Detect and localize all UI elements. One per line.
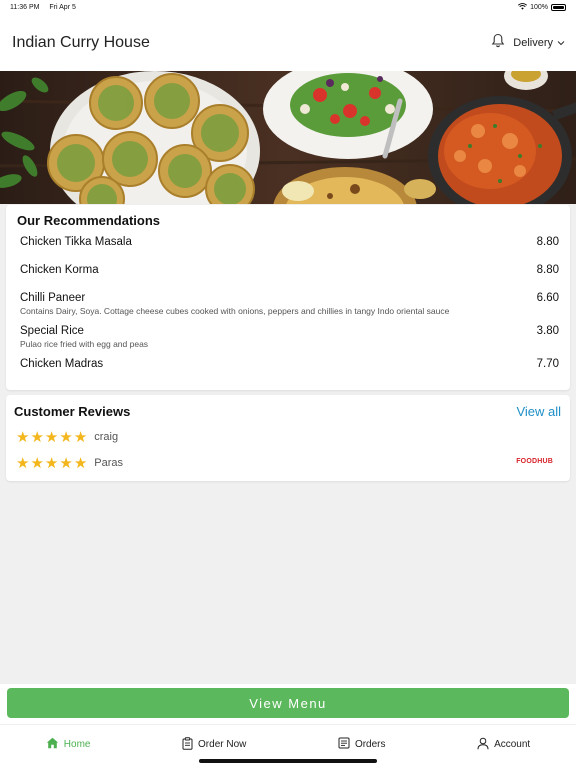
bottom-tab-bar: Home Order Now Orders Account — [0, 724, 576, 764]
item-price: 6.60 — [536, 292, 559, 304]
wifi-icon — [518, 2, 528, 12]
battery-percent: 100% — [530, 3, 548, 11]
status-time: 11:36 PM — [10, 3, 40, 11]
recommendation-item[interactable]: Chicken Tikka Masala 8.80 — [20, 234, 559, 262]
star-rating: ★ ★ ★ ★ ★ — [16, 430, 87, 445]
view-all-reviews-link[interactable]: View all — [516, 404, 561, 419]
item-name: Chicken Madras — [20, 358, 104, 370]
star-icon: ★ — [44, 428, 59, 446]
tab-order-now-label: Order Now — [198, 739, 247, 750]
recommendation-item[interactable]: Special Rice Pulao rice fried with egg a… — [20, 323, 559, 356]
home-icon — [46, 737, 59, 752]
hero-food-image — [0, 71, 576, 204]
item-name: Special Rice — [20, 325, 84, 337]
item-price: 8.80 — [536, 264, 559, 276]
item-price: 8.80 — [536, 236, 559, 248]
item-name: Chicken Tikka Masala — [20, 236, 132, 248]
status-bar: 11:36 PM Fri Apr 5 100% — [0, 0, 576, 14]
star-icon: ★ — [73, 428, 88, 446]
star-icon: ★ — [16, 428, 30, 446]
star-icon: ★ — [30, 454, 44, 472]
tab-order-now[interactable]: Order Now — [182, 736, 247, 753]
home-indicator — [199, 759, 377, 763]
recommendations-title: Our Recommendations — [17, 213, 161, 228]
tab-orders[interactable]: Orders — [338, 737, 386, 752]
star-icon: ★ — [16, 454, 30, 472]
recommendation-item[interactable]: Chicken Korma 8.80 — [20, 262, 559, 290]
tab-account[interactable]: Account — [477, 737, 530, 753]
item-name: Chicken Korma — [20, 264, 99, 276]
star-icon: ★ — [59, 428, 73, 446]
reviews-title: Customer Reviews — [14, 404, 131, 419]
star-icon: ★ — [59, 454, 73, 472]
recommendation-item[interactable]: Chilli Paneer Contains Dairy, Soya. Cott… — [20, 290, 559, 323]
tab-orders-label: Orders — [354, 739, 386, 750]
star-icon: ★ — [73, 454, 88, 472]
reviewer-name: Paras — [94, 457, 124, 469]
chevron-down-icon — [557, 37, 565, 49]
star-icon: ★ — [30, 428, 44, 446]
tab-home-label: Home — [63, 739, 91, 750]
battery-icon — [551, 3, 566, 11]
reviewer-name: craig — [94, 431, 119, 443]
status-date: Fri Apr 5 — [49, 3, 76, 11]
review-item: ★ ★ ★ ★ ★ craig — [14, 429, 561, 445]
recommendations-card: Our Recommendations Chicken Tikka Masala… — [6, 205, 570, 390]
item-description: Pulao rice fried with egg and peas — [20, 339, 149, 349]
customer-reviews-card: Customer Reviews View all ★ ★ ★ ★ ★ crai… — [6, 395, 570, 481]
star-icon: ★ — [44, 454, 59, 472]
item-price: 7.70 — [536, 358, 559, 370]
recommendations-list: Chicken Tikka Masala 8.80 Chicken Korma … — [17, 234, 559, 384]
item-name: Chilli Paneer — [20, 292, 86, 304]
recommendation-item[interactable]: Chicken Madras 7.70 — [20, 356, 559, 384]
view-menu-button[interactable]: View Menu — [7, 688, 569, 718]
app-header: Indian Curry House Delivery — [0, 14, 576, 71]
orders-list-icon — [338, 737, 350, 752]
tab-home[interactable]: Home — [46, 737, 91, 752]
item-price: 3.80 — [536, 325, 559, 337]
delivery-mode-label: Delivery — [513, 36, 553, 49]
restaurant-title: Indian Curry House — [12, 33, 150, 51]
item-description: Contains Dairy, Soya. Cottage cheese cub… — [20, 306, 450, 316]
delivery-mode-select[interactable]: Delivery — [513, 37, 565, 49]
star-rating: ★ ★ ★ ★ ★ — [16, 456, 87, 471]
clipboard-icon — [182, 736, 193, 753]
tab-account-label: Account — [494, 739, 531, 750]
person-icon — [477, 737, 489, 753]
review-item: ★ ★ ★ ★ ★ Paras FOODHUB — [14, 455, 561, 471]
bell-icon[interactable] — [491, 33, 505, 53]
foodhub-logo: FOODHUB — [516, 458, 553, 465]
